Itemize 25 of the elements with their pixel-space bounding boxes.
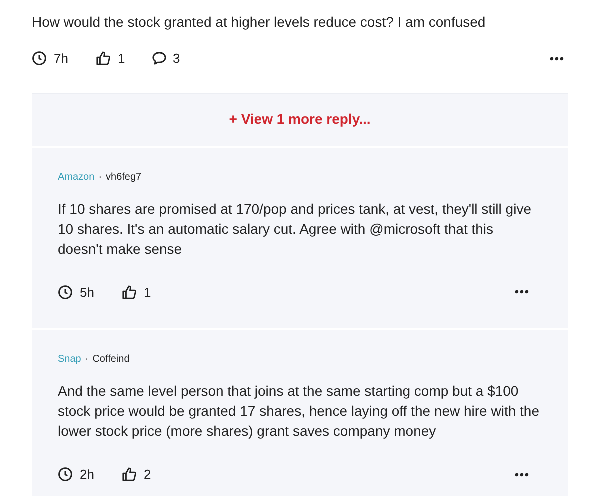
like-button[interactable]: 1 (122, 282, 178, 302)
view-more-replies-link[interactable]: + View 1 more reply... (229, 109, 371, 130)
separator-dot: · (85, 353, 89, 367)
more-icon (515, 472, 529, 477)
more-icon (550, 56, 564, 61)
clock-icon (58, 284, 73, 300)
time-ago: 5h (80, 284, 94, 302)
comment-button[interactable]: 3 (152, 49, 180, 68)
thumbs-up-icon (96, 51, 111, 66)
more-icon (515, 290, 529, 294)
separator-dot: · (98, 170, 102, 184)
comment-icon (152, 51, 167, 66)
post-text: How would the stock granted at higher levels reduce cost? I am confused (32, 13, 487, 31)
time-ago: 2h (80, 466, 94, 484)
like-button[interactable]: 2 (122, 465, 178, 484)
clock-icon (58, 467, 73, 482)
time-ago: 7h (54, 50, 68, 68)
thumbs-up-icon (122, 284, 137, 300)
username: vh6feg7 (106, 170, 142, 184)
username: Coffeind (92, 353, 130, 367)
clock-icon (32, 51, 47, 66)
reply-text: If 10 shares are promised at 170/pop and prices tank, at vest, they'll still give 10 shares. It's an automatic salary cut. Agree with @microsoft that this doesn't make sense (58, 200, 532, 258)
thumbs-up-icon (122, 467, 137, 482)
reply-text: And the same level person that joins at the same starting comp but a $100 stock price would be granted 17 shares, hence laying off the new hire with the lower stock price (more shares) grant saves company money (58, 382, 540, 441)
like-button[interactable]: 1 (96, 49, 152, 68)
